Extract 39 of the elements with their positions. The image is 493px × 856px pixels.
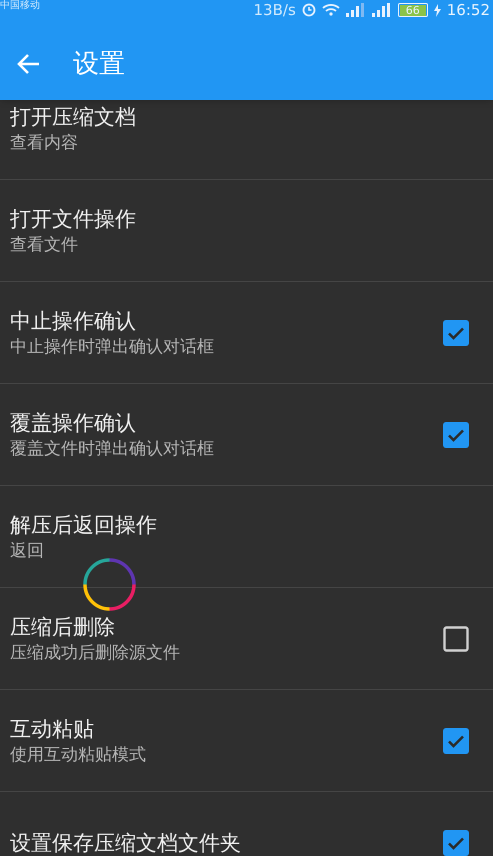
settings-item[interactable]: 设置保存压缩文档文件夹: [0, 792, 493, 856]
setting-title: 互动粘贴: [10, 716, 95, 742]
battery-indicator: 66: [398, 3, 428, 17]
setting-title: 设置保存压缩文档文件夹: [10, 830, 242, 856]
setting-title: 覆盖操作确认: [10, 410, 137, 436]
carrier-name: 中国移动: [0, 0, 40, 12]
setting-description: 查看内容: [10, 132, 79, 154]
network-speed: 13B/s: [254, 1, 296, 19]
setting-title: 中止操作确认: [10, 308, 137, 334]
setting-description: 返回: [10, 540, 45, 562]
settings-item[interactable]: 中止操作确认 中止操作时弹出确认对话框: [0, 282, 493, 384]
setting-title: 打开文件操作: [10, 206, 137, 232]
signal-icon: [372, 3, 392, 17]
settings-item[interactable]: 解压后返回操作 返回: [0, 486, 493, 588]
setting-title: 解压后返回操作: [10, 512, 158, 538]
setting-description: 压缩成功后删除源文件: [10, 642, 181, 664]
checkbox[interactable]: [443, 728, 469, 754]
setting-title: 打开压缩文档: [10, 104, 137, 130]
settings-item[interactable]: 打开压缩文档 查看内容: [0, 100, 493, 180]
settings-item[interactable]: 打开文件操作 查看文件: [0, 180, 493, 282]
wifi-icon: [322, 4, 340, 16]
checkbox[interactable]: [443, 422, 469, 448]
settings-item[interactable]: 覆盖操作确认 覆盖文件时弹出确认对话框: [0, 384, 493, 486]
loading-spinner-icon: [83, 558, 136, 611]
setting-description: 覆盖文件时弹出确认对话框: [10, 438, 215, 460]
settings-item[interactable]: 互动粘贴 使用互动粘贴模式: [0, 690, 493, 792]
checkbox[interactable]: [443, 830, 469, 856]
clock: 16:52: [446, 1, 490, 19]
checkbox[interactable]: [443, 320, 469, 346]
signal-icon: [346, 3, 366, 17]
checkbox[interactable]: [443, 626, 469, 652]
screen-title: 设置: [73, 48, 125, 80]
charging-icon: [434, 4, 441, 16]
setting-description: 查看文件: [10, 234, 79, 256]
setting-title: 压缩后删除: [10, 614, 116, 640]
setting-description: 使用互动粘贴模式: [10, 744, 147, 766]
alarm-icon: [302, 3, 316, 17]
settings-item[interactable]: 压缩后删除 压缩成功后删除源文件: [0, 588, 493, 690]
setting-description: 中止操作时弹出确认对话框: [10, 336, 215, 358]
